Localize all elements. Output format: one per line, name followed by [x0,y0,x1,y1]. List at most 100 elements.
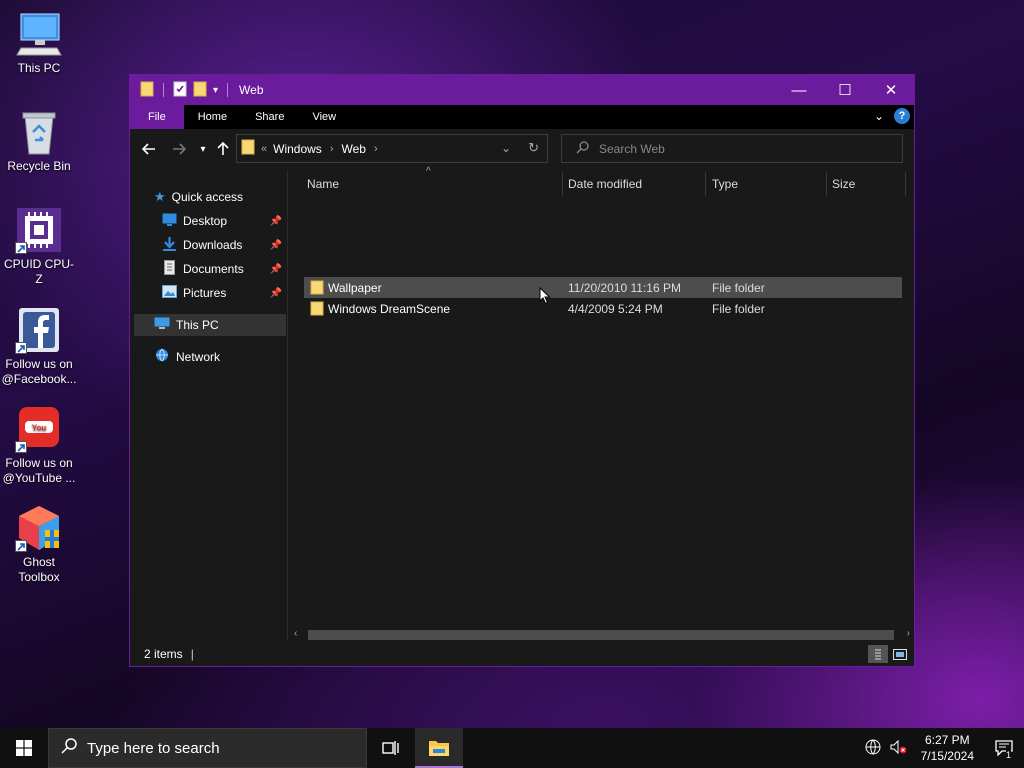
column-header-date-modified[interactable]: Date modified [568,170,708,198]
scroll-left-icon[interactable]: ‹ [294,628,297,639]
desktop-icon-youtube[interactable]: You Follow us on @YouTube ... [2,405,76,486]
breadcrumb-overflow[interactable]: « [261,143,267,155]
file-date-modified: 11/20/2010 11:16 PM [568,280,681,295]
desktop-icon-label: This PC [17,61,61,75]
details-view-button[interactable] [868,645,888,663]
desktop-icon-recycle-bin[interactable]: Recycle Bin [2,108,76,174]
nav-item-network[interactable]: Network [154,346,284,368]
search-box[interactable]: Search Web [561,134,903,163]
desktop-icon-label-line1: Ghost [22,555,55,569]
title-bar[interactable]: ▾ Web — ☐ ✕ [130,75,914,105]
desktop-icon-label-line1: Follow us on [5,357,73,371]
computer-icon [15,10,63,58]
column-header-type[interactable]: Type [712,170,822,198]
column-divider[interactable] [562,172,563,196]
nav-item-downloads[interactable]: Downloads 📌 [162,234,286,256]
taskbar-search-box[interactable]: Type here to search [48,728,367,768]
tab-file[interactable]: File [130,105,184,129]
search-icon [61,738,77,758]
shortcut-arrow-icon [15,441,27,453]
scroll-right-icon[interactable]: › [907,628,910,639]
scrollbar-thumb[interactable] [308,630,894,640]
notification-count-badge: 1 [1006,750,1012,760]
column-header-name[interactable]: Name [307,170,557,198]
recent-locations-chevron-icon[interactable]: ▾ [192,138,214,160]
forward-button[interactable] [168,138,190,160]
column-header-size[interactable]: Size [832,170,902,198]
desktop-icon-label-line2: @Facebook... [1,372,77,386]
large-icons-view-button[interactable] [890,645,910,663]
nav-item-this-pc[interactable]: This PC [134,314,286,336]
desktop-icon-facebook[interactable]: Follow us on @Facebook... [2,306,76,387]
youtube-icon: You [15,405,63,453]
properties-icon[interactable] [173,81,187,100]
network-globe-icon[interactable] [865,739,881,758]
desktop-icon-this-pc[interactable]: This PC [2,10,76,76]
folder-icon [241,139,255,158]
tab-home[interactable]: Home [184,105,241,129]
taskbar-search-placeholder: Type here to search [87,739,220,757]
clock[interactable]: 6:27 PM 7/15/2024 [911,732,984,764]
notification-center-button[interactable]: 1 [984,728,1024,768]
help-icon[interactable]: ? [894,108,910,124]
clock-time: 6:27 PM [924,733,970,747]
breadcrumb-web[interactable]: Web [341,142,365,156]
task-view-icon [382,741,399,755]
clock-date: 7/15/2024 [920,749,974,763]
pin-icon[interactable]: 📌 [270,240,282,251]
navigation-pane: ★ Quick access Desktop 📌 Downloads 📌 Doc… [130,170,288,640]
breadcrumb-separator-icon[interactable]: › [374,143,378,155]
pin-icon[interactable]: 📌 [270,288,282,299]
customize-toolbar-chevron-icon[interactable]: ▾ [213,85,218,96]
desktop-icon-label-line2: Toolbox [18,570,60,584]
horizontal-scrollbar[interactable]: ‹ › [290,628,914,642]
file-row-wallpaper[interactable]: Wallpaper 11/20/2010 11:16 PM File folde… [304,277,902,298]
address-history-chevron-icon[interactable]: ⌄ [501,141,511,155]
start-button[interactable] [0,728,48,768]
desktop-icon-label: CPUID CPU-Z [3,257,74,286]
nav-item-documents[interactable]: Documents 📌 [162,258,286,280]
file-name: Windows DreamScene [328,301,451,316]
pictures-icon [162,285,177,301]
file-row-windows-dreamscene[interactable]: Windows DreamScene 4/4/2009 5:24 PM File… [304,298,902,319]
expand-ribbon-chevron-icon[interactable]: ⌄ [874,109,884,123]
ghost-toolbox-icon [15,504,63,552]
desktop-icon-ghost-toolbox[interactable]: Ghost Toolbox [2,504,76,585]
file-explorer-icon [429,741,449,756]
nav-item-label: Quick access [171,190,244,204]
tab-share[interactable]: Share [241,105,298,129]
desktop-icon-label-line2: @YouTube ... [2,471,76,485]
up-button[interactable] [212,138,234,160]
shortcut-arrow-icon [15,242,27,254]
toolbar-divider [163,83,164,97]
maximize-button[interactable]: ☐ [822,75,868,105]
tab-view[interactable]: View [298,105,350,129]
close-button[interactable]: ✕ [868,75,914,105]
desktop-icon-cpu-z[interactable]: CPUID CPU-Z [2,206,76,287]
svg-text:You: You [32,424,47,433]
column-divider[interactable] [826,172,827,196]
column-divider[interactable] [705,172,706,196]
folder-icon [310,301,324,319]
volume-muted-icon[interactable] [889,739,907,758]
recycle-bin-icon [15,108,63,156]
breadcrumb-windows[interactable]: Windows [273,142,322,156]
pin-icon[interactable]: 📌 [270,216,282,227]
nav-item-label: Desktop [183,214,228,228]
shortcut-arrow-icon [15,342,27,354]
nav-item-quick-access[interactable]: ★ Quick access [154,186,284,208]
column-divider[interactable] [905,172,906,196]
taskbar-file-explorer[interactable] [415,728,463,768]
task-view-button[interactable] [367,728,415,768]
pin-icon[interactable]: 📌 [270,264,282,275]
new-folder-icon[interactable] [193,81,207,100]
file-name: Wallpaper [328,280,382,295]
refresh-icon[interactable]: ↻ [528,140,539,156]
folder-icon [310,280,324,298]
nav-item-desktop[interactable]: Desktop 📌 [162,210,286,232]
breadcrumb-separator-icon[interactable]: › [330,143,334,155]
minimize-button[interactable]: — [776,75,822,105]
address-bar[interactable]: « Windows › Web › ⌄ ↻ [236,134,548,163]
nav-item-pictures[interactable]: Pictures 📌 [162,282,286,304]
back-button[interactable] [138,138,160,160]
